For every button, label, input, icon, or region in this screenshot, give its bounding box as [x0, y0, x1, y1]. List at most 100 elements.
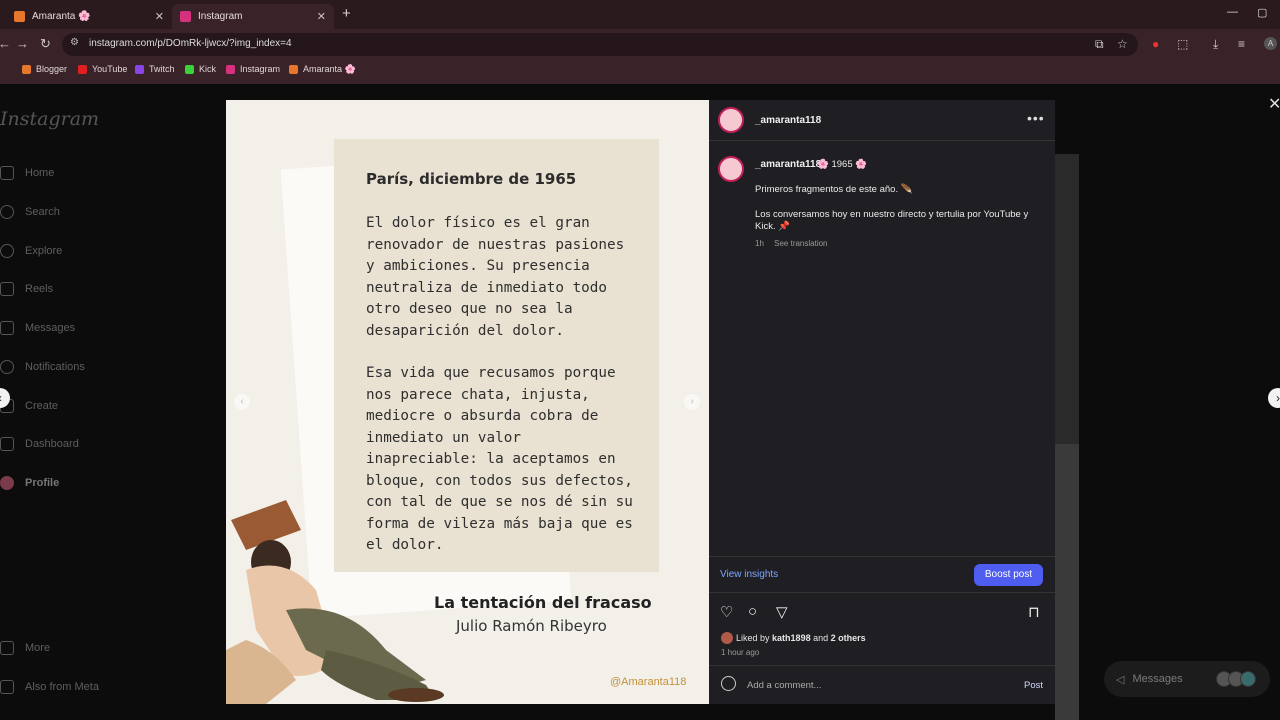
nav-label: Search: [25, 206, 60, 218]
caption-meta: 1h See translation: [755, 239, 828, 248]
next-post-button[interactable]: ›: [1268, 388, 1280, 408]
sidebar-item-notifications[interactable]: Notifications: [0, 356, 85, 378]
divider: [709, 140, 1055, 141]
send-icon: [0, 321, 14, 335]
post-comment-button[interactable]: Post: [1024, 680, 1043, 691]
profile-avatar[interactable]: A: [1264, 37, 1277, 50]
bookmark-kick[interactable]: Kick: [185, 64, 216, 74]
menu-lines-icon[interactable]: ≡: [1238, 37, 1245, 51]
comment-input[interactable]: Add a comment...: [747, 680, 821, 691]
carousel-prev-button[interactable]: ‹: [234, 394, 250, 410]
nav-label: Explore: [25, 245, 63, 257]
carousel-next-button[interactable]: ›: [684, 394, 700, 410]
background-feed: [1055, 444, 1079, 720]
liked-by-label: Liked by: [736, 633, 770, 643]
liked-by-text: Liked by kath1898 and 2 others: [736, 633, 866, 643]
divider: [709, 592, 1055, 593]
instagram-icon: [226, 64, 235, 74]
seated-man-illustration: [226, 500, 444, 704]
download-icon[interactable]: ⤓: [1213, 37, 1218, 52]
install-icon[interactable]: ⧉: [1095, 37, 1104, 52]
nav-label: Dashboard: [25, 438, 79, 450]
avatar[interactable]: [718, 107, 744, 133]
instagram-icon: [180, 11, 191, 22]
sidebar-item-profile[interactable]: Profile: [0, 472, 59, 494]
home-icon: [0, 166, 14, 180]
restore-button[interactable]: ▢: [1257, 6, 1267, 19]
bookmark-blogger[interactable]: Blogger: [22, 64, 67, 74]
nav-label: More: [25, 642, 51, 654]
quote-paragraph: El dolor físico es el gran renovador de …: [366, 215, 625, 339]
caption-line: Primeros fragmentos de este año. 🪶: [755, 184, 913, 195]
tab-bar: Amaranta 🌸 ✕ Instagram ✕ + — ▢: [0, 0, 1280, 29]
comment-icon[interactable]: ○: [748, 603, 757, 620]
extensions-puzzle-icon[interactable]: ⬚: [1177, 37, 1188, 51]
bookmark-label: Instagram: [240, 64, 281, 74]
nav-label: Reels: [25, 283, 54, 295]
view-insights-link[interactable]: View insights: [720, 569, 778, 580]
sidebar-item-reels[interactable]: Reels: [0, 278, 53, 300]
twitch-icon: [135, 64, 144, 74]
bookmark-label: Kick: [199, 64, 217, 74]
forward-icon[interactable]: →: [16, 36, 29, 51]
compass-icon: [0, 244, 14, 258]
post-age: 1 hour ago: [721, 648, 760, 657]
close-icon[interactable]: ✕: [317, 10, 326, 23]
post-author[interactable]: _amaranta118: [755, 115, 821, 126]
see-translation-link[interactable]: See translation: [774, 239, 827, 248]
boost-post-button[interactable]: Boost post: [974, 564, 1043, 586]
extension-icon[interactable]: ●: [1152, 37, 1159, 51]
chart-icon: [0, 437, 14, 451]
close-icon[interactable]: ✕: [155, 10, 164, 23]
bookmark-instagram[interactable]: Instagram: [226, 64, 280, 74]
share-icon[interactable]: ▽: [776, 603, 788, 621]
like-heart-icon[interactable]: ♡: [720, 603, 733, 621]
grid-icon: [0, 680, 14, 694]
book-title: La tentación del fracaso: [434, 593, 652, 612]
post-details-panel: _amaranta118 ••• _amaranta118 🌸 1965 🌸 P…: [709, 100, 1055, 704]
sidebar: Instagram Home Search Explore Reels Mess…: [0, 84, 200, 720]
messages-label: Messages: [1132, 673, 1183, 685]
sidebar-item-dashboard[interactable]: Dashboard: [0, 433, 79, 455]
emoji-icon[interactable]: [721, 676, 736, 691]
bookmark-youtube[interactable]: YouTube: [78, 64, 127, 74]
nav-label: Create: [25, 400, 59, 412]
sidebar-item-explore[interactable]: Explore: [0, 240, 62, 262]
tab-instagram[interactable]: Instagram ✕: [172, 4, 334, 29]
liked-others-link[interactable]: 2 others: [831, 633, 866, 643]
tab-title: Instagram: [198, 11, 243, 22]
nav-label: Messages: [25, 322, 76, 334]
sidebar-item-meta[interactable]: Also from Meta: [0, 676, 99, 698]
sidebar-item-messages[interactable]: Messages: [0, 317, 75, 339]
book-author: Julio Ramón Ribeyro: [456, 617, 607, 635]
bookmark-label: YouTube: [92, 64, 128, 74]
blogger-icon: [289, 65, 298, 74]
bookmark-amaranta[interactable]: Amaranta 🌸: [289, 64, 356, 75]
nav-row: ← → ↻ ⚙ instagram.com/p/DOmRk-ljwcx/?img…: [0, 31, 1280, 57]
address-bar[interactable]: ⚙ instagram.com/p/DOmRk-ljwcx/?img_index…: [62, 33, 1138, 56]
more-options-icon[interactable]: •••: [1027, 110, 1045, 126]
bookmark-star-icon[interactable]: ☆: [1117, 37, 1128, 51]
new-tab-button[interactable]: +: [342, 5, 351, 22]
sidebar-item-more[interactable]: More: [0, 637, 50, 659]
reels-icon: [0, 282, 14, 296]
caption-author[interactable]: _amaranta118: [755, 159, 821, 170]
browser-chrome: Amaranta 🌸 ✕ Instagram ✕ + — ▢ ← → ↻ ⚙ i…: [0, 0, 1280, 84]
sidebar-item-search[interactable]: Search: [0, 201, 60, 223]
sidebar-item-home[interactable]: Home: [0, 162, 54, 184]
back-icon[interactable]: ←: [0, 36, 11, 51]
messages-pill[interactable]: ◁ Messages: [1104, 661, 1270, 697]
bookmark-icon[interactable]: ⊓: [1028, 603, 1040, 621]
close-modal-icon[interactable]: ✕: [1268, 94, 1280, 114]
url-text: instagram.com/p/DOmRk-ljwcx/?img_index=4: [89, 38, 292, 49]
liked-user-link[interactable]: kath1898: [772, 633, 811, 643]
instagram-logo[interactable]: Instagram: [0, 108, 99, 130]
avatar[interactable]: [718, 156, 744, 182]
site-info-icon[interactable]: ⚙: [70, 37, 79, 48]
reload-icon[interactable]: ↻: [40, 36, 51, 52]
tab-amaranta[interactable]: Amaranta 🌸 ✕: [6, 4, 172, 29]
minimize-button[interactable]: —: [1227, 6, 1238, 18]
bookmark-twitch[interactable]: Twitch: [135, 64, 175, 74]
nav-label: Home: [25, 167, 55, 179]
nav-label: Notifications: [25, 361, 85, 373]
